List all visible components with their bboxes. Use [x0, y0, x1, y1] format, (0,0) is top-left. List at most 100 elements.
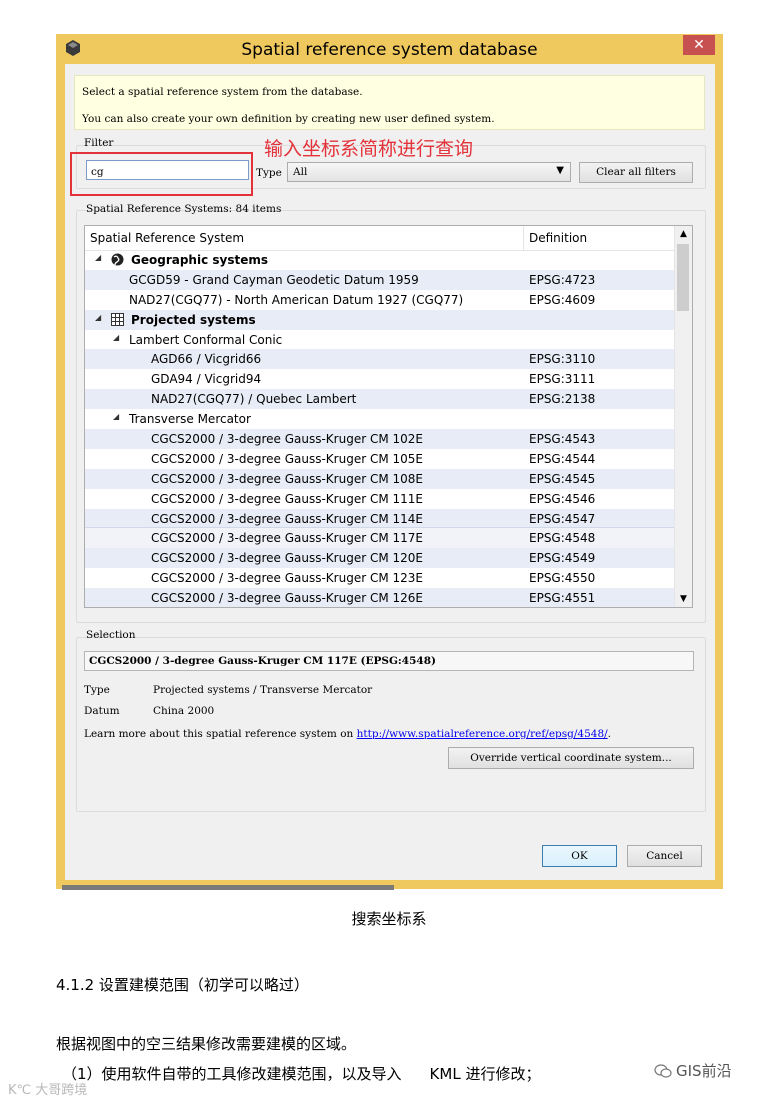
column-divider[interactable] [523, 226, 524, 250]
scroll-thumb[interactable] [677, 244, 689, 311]
datum-value: China 2000 [153, 705, 215, 717]
tree-row-definition: EPSG:4544 [529, 451, 596, 466]
tree-row[interactable]: GCGD59 - Grand Cayman Geodetic Datum 195… [85, 269, 675, 290]
info-line-1: Select a spatial reference system from t… [82, 86, 363, 98]
tree-group-row[interactable]: ◢ Transverse Mercator [85, 409, 675, 429]
tree-row[interactable]: CGCS2000 / 3-degree Gauss-Kruger CM 120E… [85, 548, 675, 569]
tree-row-definition: EPSG:4609 [529, 292, 596, 307]
filter-group-label: Filter [84, 137, 114, 149]
tree-row-definition: EPSG:4551 [529, 591, 596, 606]
column-header-system[interactable]: Spatial Reference System [90, 231, 244, 245]
watermark-right: GIS前沿 [654, 1060, 732, 1081]
section-heading: 4.1.2 设置建模范围（初学可以略过） [56, 976, 309, 994]
paragraph-2-part-b: KML 进行修改； [429, 1065, 541, 1083]
tree-row[interactable]: CGCS2000 / 3-degree Gauss-Kruger CM 117E… [85, 527, 676, 550]
tree-row-definition: EPSG:2138 [529, 392, 596, 407]
systems-group-label: Spatial Reference Systems: 84 items [86, 203, 282, 215]
ok-button[interactable]: OK [542, 845, 617, 867]
scroll-down-icon[interactable]: ▼ [675, 594, 692, 604]
paragraph-2-part-a: （1）使用软件自带的工具修改建模范围，以及导入 [62, 1065, 402, 1083]
title-bar[interactable]: Spatial reference system database ✕ [56, 34, 723, 64]
tree-row[interactable]: NAD27(CGQ77) / Quebec Lambert EPSG:2138 [85, 389, 675, 410]
tree-row[interactable]: AGD66 / Vicgrid66 EPSG:3110 [85, 349, 675, 370]
wechat-icon [654, 1064, 672, 1078]
tree-row[interactable]: CGCS2000 / 3-degree Gauss-Kruger CM 105E… [85, 449, 675, 469]
grid-icon [111, 312, 124, 326]
tree-row-name: Lambert Conformal Conic [129, 332, 283, 347]
info-banner: Select a spatial reference system from t… [74, 75, 705, 130]
learn-more-suffix: . [607, 728, 611, 740]
selection-group-label: Selection [86, 629, 136, 641]
expand-toggle-icon[interactable]: ◢ [113, 412, 119, 421]
dialog-client-area: Select a spatial reference system from t… [65, 64, 715, 880]
tree-scrollbar[interactable]: ▲ ▼ [674, 226, 692, 607]
close-button[interactable]: ✕ [683, 35, 715, 55]
tree-row[interactable]: CGCS2000 / 3-degree Gauss-Kruger CM 114E… [85, 508, 675, 529]
tree-row-name: NAD27(CGQ77) - North American Datum 1927… [129, 292, 464, 307]
type-key: Type [84, 684, 110, 696]
tree-row[interactable]: NAD27(CGQ77) - North American Datum 1927… [85, 290, 675, 310]
tree-row-definition: EPSG:4543 [529, 432, 596, 447]
tree-row-name: NAD27(CGQ77) / Quebec Lambert [151, 392, 357, 407]
tree-row-name: CGCS2000 / 3-degree Gauss-Kruger CM 105E [151, 451, 423, 466]
tree-row-name: Projected systems [131, 312, 256, 327]
expand-toggle-icon[interactable]: ◢ [95, 313, 101, 322]
type-value: Projected systems / Transverse Mercator [153, 684, 373, 696]
tree-row-name: Transverse Mercator [129, 412, 251, 427]
taskbar-fragment [62, 885, 394, 890]
tree-row[interactable]: CGCS2000 / 3-degree Gauss-Kruger CM 102E… [85, 429, 675, 449]
tree-row-name: CGCS2000 / 3-degree Gauss-Kruger CM 114E [151, 511, 423, 526]
annotation-text: 输入坐标系简称进行查询 [264, 138, 474, 160]
tree-row[interactable]: CGCS2000 / 3-degree Gauss-Kruger CM 126E… [85, 588, 675, 607]
scroll-up-icon[interactable]: ▲ [675, 229, 692, 239]
tree-group-row[interactable]: ◢ Lambert Conformal Conic [85, 330, 675, 350]
tree-row[interactable]: GDA94 / Vicgrid94 EPSG:3111 [85, 369, 675, 389]
learn-more-text: Learn more about this spatial reference … [84, 728, 611, 740]
tree-row-definition: EPSG:4547 [529, 511, 596, 526]
tree-row-name: GDA94 / Vicgrid94 [151, 372, 262, 387]
type-select[interactable]: All ▼ [287, 162, 571, 182]
tree-row-definition: EPSG:4550 [529, 571, 596, 586]
tree-row-name: CGCS2000 / 3-degree Gauss-Kruger CM 126E [151, 591, 423, 606]
expand-toggle-icon[interactable]: ◢ [113, 333, 119, 342]
tree-row-definition: EPSG:3110 [529, 352, 596, 367]
window-title: Spatial reference system database [241, 40, 538, 60]
tree-row-name: CGCS2000 / 3-degree Gauss-Kruger CM 120E [151, 551, 423, 566]
annotation-highlight-box [70, 152, 253, 196]
tree-row-definition: EPSG:4723 [529, 272, 596, 287]
tree-row-name: CGCS2000 / 3-degree Gauss-Kruger CM 111E [151, 491, 423, 506]
override-vertical-button[interactable]: Override vertical coordinate system... [448, 747, 694, 769]
tree-row-definition: EPSG:3111 [529, 372, 596, 387]
tree-row-name: Geographic systems [131, 253, 269, 267]
expand-toggle-icon[interactable]: ◢ [95, 253, 101, 262]
paragraph-2: （1）使用软件自带的工具修改建模范围，以及导入 KML 进行修改； [62, 1063, 540, 1084]
cancel-button[interactable]: Cancel [627, 845, 702, 867]
watermark-left: K℃ 大哥跨境 [8, 1083, 88, 1098]
datum-key: Datum [84, 705, 120, 717]
tree-row[interactable]: CGCS2000 / 3-degree Gauss-Kruger CM 108E… [85, 468, 675, 489]
tree-row[interactable]: CGCS2000 / 3-degree Gauss-Kruger CM 111E… [85, 489, 675, 509]
paragraph-1: 根据视图中的空三结果修改需要建模的区域。 [56, 1035, 357, 1053]
tree-group-row[interactable]: ◢ Geographic systems [85, 250, 675, 270]
type-label: Type [256, 167, 282, 179]
tree-row-name: CGCS2000 / 3-degree Gauss-Kruger CM 102E [151, 432, 423, 447]
info-line-2: You can also create your own definition … [82, 113, 495, 125]
selected-system-name: CGCS2000 / 3-degree Gauss-Kruger CM 117E… [84, 651, 694, 671]
tree-row-name: CGCS2000 / 3-degree Gauss-Kruger CM 117E [151, 531, 423, 546]
tree-group-row[interactable]: ◢ Projected systems [85, 309, 675, 330]
tree-row[interactable]: CGCS2000 / 3-degree Gauss-Kruger CM 123E… [85, 568, 675, 588]
type-select-value: All [293, 166, 308, 178]
tree-row-name: CGCS2000 / 3-degree Gauss-Kruger CM 108E [151, 471, 423, 486]
srs-dialog: Spatial reference system database ✕ Sele… [56, 34, 723, 889]
tree-row-definition: EPSG:4546 [529, 491, 596, 506]
srs-tree[interactable]: Spatial Reference System Definition ◢ Geo… [84, 225, 693, 608]
learn-more-prefix: Learn more about this spatial reference … [84, 728, 357, 740]
tree-row-definition: EPSG:4549 [529, 551, 596, 566]
watermark-right-text: GIS前沿 [676, 1062, 732, 1080]
chevron-down-icon: ▼ [556, 165, 564, 176]
tree-row-name: GCGD59 - Grand Cayman Geodetic Datum 195… [129, 272, 419, 287]
clear-filters-button[interactable]: Clear all filters [579, 162, 693, 183]
column-header-definition[interactable]: Definition [529, 231, 587, 245]
spatialreference-link[interactable]: http://www.spatialreference.org/ref/epsg… [357, 728, 608, 740]
figure-caption: 搜索坐标系 [351, 910, 427, 928]
